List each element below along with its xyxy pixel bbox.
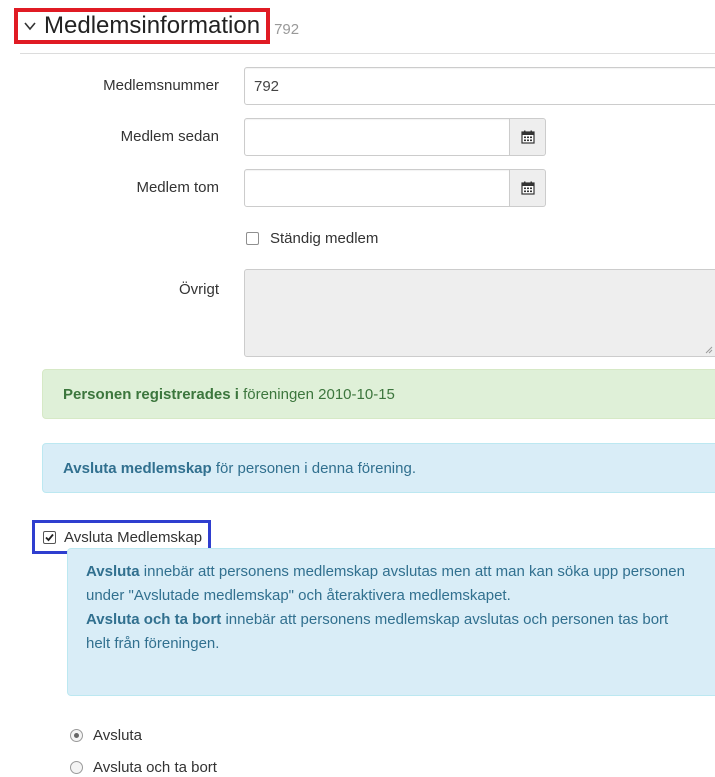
option-end-row[interactable]: Avsluta: [70, 727, 142, 744]
other-textarea[interactable]: [244, 269, 715, 357]
registered-alert-strong: Personen registrerades i: [63, 385, 239, 403]
member-number-input[interactable]: 792: [244, 67, 715, 105]
member-number-value: 792: [254, 77, 280, 95]
permanent-member-label: Ständig medlem: [270, 230, 379, 247]
section-title-highlight[interactable]: Medlemsinformation: [14, 8, 271, 44]
member-number-hint: 792: [274, 20, 300, 38]
end-membership-checkbox[interactable]: [43, 530, 56, 544]
member-since-input[interactable]: [244, 118, 510, 156]
calendar-icon: [520, 130, 535, 144]
option-end-delete-radio[interactable]: [70, 761, 83, 774]
option-end-radio[interactable]: [70, 729, 83, 742]
end-membership-alert-strong: Avsluta medlemskap: [63, 459, 212, 477]
resize-handle-icon[interactable]: [705, 346, 713, 354]
end-membership-label: Avsluta Medlemskap: [64, 528, 203, 546]
member-since-calendar-button[interactable]: [510, 118, 546, 156]
member-number-label: Medlemsnummer: [103, 77, 219, 94]
end-membership-alert: Avsluta medlemskap för personen i denna …: [42, 443, 715, 493]
checkmark-icon: [45, 533, 54, 541]
permanent-member-row[interactable]: Ständig medlem: [246, 230, 378, 247]
other-label: Övrigt: [178, 281, 219, 298]
member-until-calendar-button[interactable]: [510, 169, 546, 207]
end-membership-alert-text: för personen i denna förening.: [211, 459, 416, 477]
option-end-delete-label: Avsluta och ta bort: [93, 759, 217, 776]
section-title: Medlemsinformation: [44, 12, 261, 39]
end-option-description: innebär att personens medlemskap avsluta…: [86, 563, 685, 604]
registered-alert: Personen registrerades i föreningen 2010…: [42, 369, 715, 419]
end-option-strong: Avsluta: [86, 563, 140, 580]
calendar-icon: [520, 181, 535, 195]
registered-alert-text: föreningen 2010-10-15: [238, 385, 395, 403]
member-until-input[interactable]: [244, 169, 510, 207]
chevron-down-icon[interactable]: [22, 18, 38, 34]
member-since-label: Medlem sedan: [120, 128, 219, 145]
member-until-label: Medlem tom: [136, 179, 219, 196]
end-membership-info-panel: Avsluta innebär att personens medlemskap…: [67, 548, 715, 696]
header-divider: [20, 53, 715, 54]
end-delete-option-strong: Avsluta och ta bort: [86, 611, 222, 628]
option-end-delete-row[interactable]: Avsluta och ta bort: [70, 759, 217, 776]
permanent-member-checkbox[interactable]: [246, 232, 259, 245]
option-end-label: Avsluta: [93, 727, 142, 744]
section-header[interactable]: Medlemsinformation 792: [14, 7, 299, 45]
